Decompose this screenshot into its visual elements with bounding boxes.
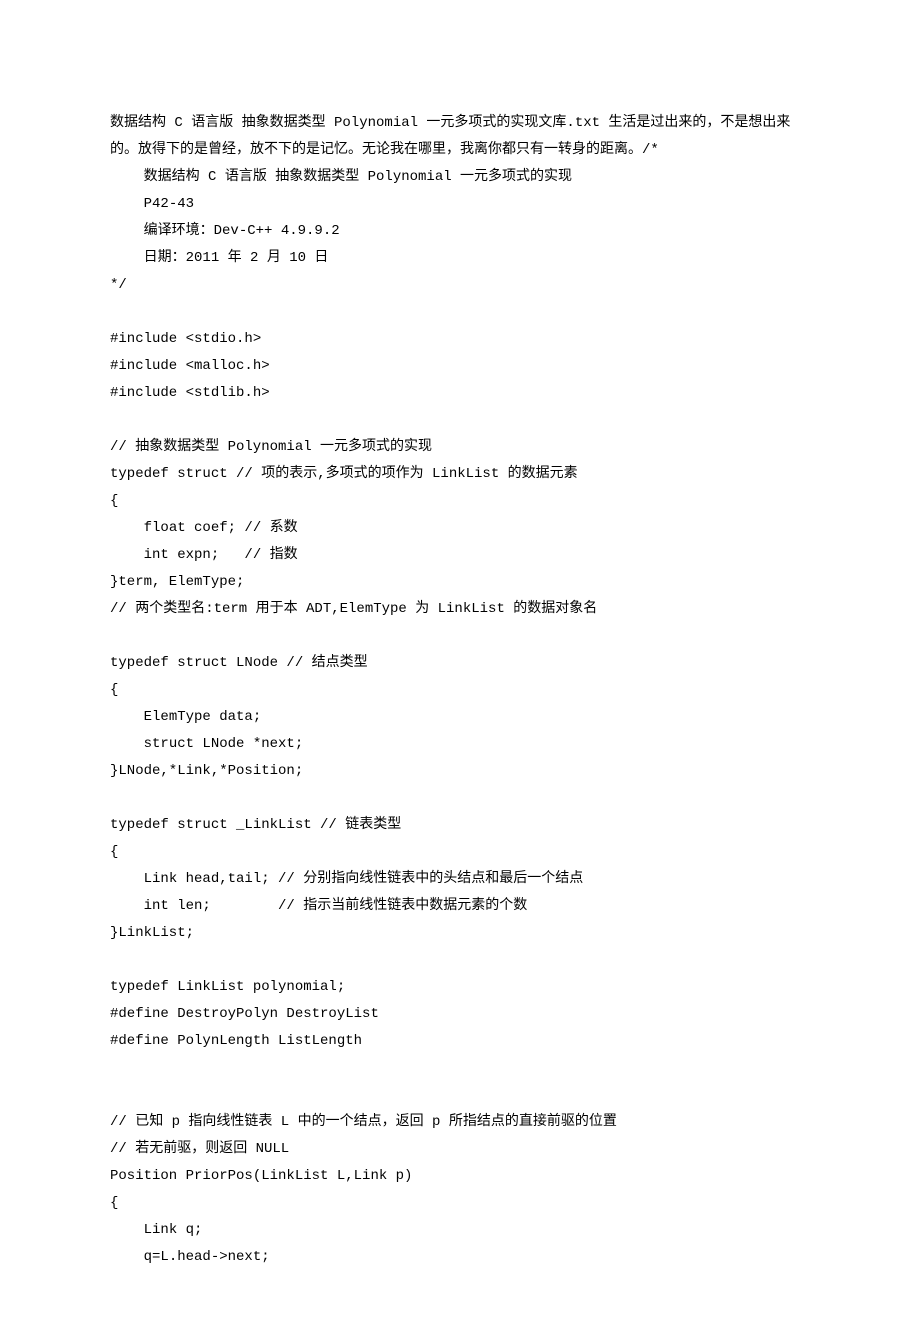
document-page: 数据结构 C 语言版 抽象数据类型 Polynomial 一元多项式的实现文库.… [0,0,920,1331]
code-line: int len; // 指示当前线性链表中数据元素的个数 [110,898,527,914]
code-line: #define DestroyPolyn DestroyList [110,1006,379,1022]
code-line: Position PriorPos(LinkList L,Link p) [110,1168,412,1184]
code-line: 日期：2011 年 2 月 10 日 [110,250,328,266]
code-line: 编译环境：Dev-C++ 4.9.9.2 [110,223,340,239]
code-line: { [110,844,118,860]
code-line: typedef struct _LinkList // 链表类型 [110,817,401,833]
code-line: q=L.head->next; [110,1249,270,1265]
code-line: { [110,1195,118,1211]
code-line: typedef struct LNode // 结点类型 [110,655,368,671]
code-line: // 抽象数据类型 Polynomial 一元多项式的实现 [110,439,432,455]
code-line: int expn; // 指数 [110,547,298,563]
code-line: struct LNode *next; [110,736,303,752]
code-line: */ [110,277,127,293]
code-line: typedef struct // 项的表示,多项式的项作为 LinkList … [110,466,578,482]
code-line: { [110,493,118,509]
code-line: ElemType data; [110,709,261,725]
code-line: }term, ElemType; [110,574,244,590]
code-line: { [110,682,118,698]
code-line: // 已知 p 指向线性链表 L 中的一个结点，返回 p 所指结点的直接前驱的位… [110,1114,617,1130]
code-line: // 两个类型名:term 用于本 ADT,ElemType 为 LinkLis… [110,601,597,617]
code-line: }LNode,*Link,*Position; [110,763,303,779]
code-line: typedef LinkList polynomial; [110,979,345,995]
code-line: #include <malloc.h> [110,358,270,374]
code-line: float coef; // 系数 [110,520,298,536]
code-line: Link head,tail; // 分别指向线性链表中的头结点和最后一个结点 [110,871,583,887]
code-line: P42-43 [110,196,194,212]
code-line: #include <stdio.h> [110,331,261,347]
code-line: // 若无前驱，则返回 NULL [110,1141,289,1157]
code-line: 数据结构 C 语言版 抽象数据类型 Polynomial 一元多项式的实现文库.… [110,115,790,158]
code-line: Link q; [110,1222,202,1238]
code-line: }LinkList; [110,925,194,941]
code-line: 数据结构 C 语言版 抽象数据类型 Polynomial 一元多项式的实现 [110,169,572,185]
code-line: #include <stdlib.h> [110,385,270,401]
code-line: #define PolynLength ListLength [110,1033,362,1049]
